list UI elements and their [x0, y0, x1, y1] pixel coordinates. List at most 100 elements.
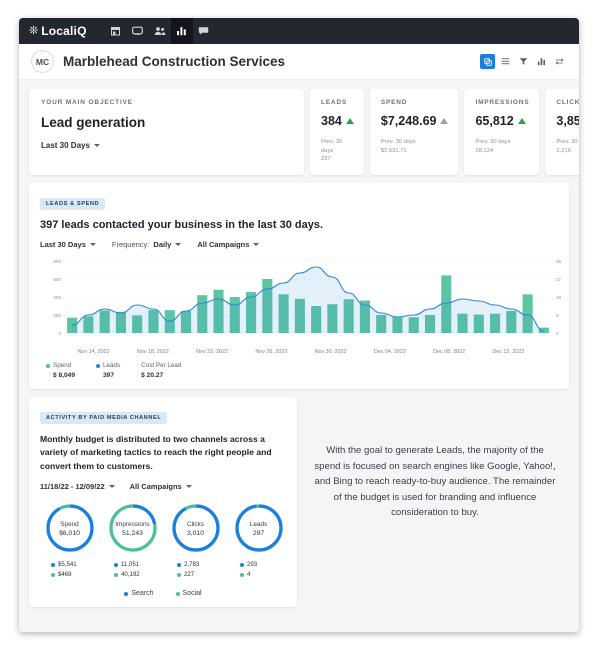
- page-title: Marblehead Construction Services: [63, 54, 286, 69]
- copy-button[interactable]: [480, 54, 495, 69]
- frequency-label: Frequency:: [111, 240, 150, 250]
- donut-label: Impressions: [115, 521, 150, 528]
- list-view-button[interactable]: [498, 54, 513, 69]
- monitor-icon[interactable]: [127, 18, 149, 44]
- trend-flat-icon: [440, 118, 449, 124]
- chevron-down-icon: [108, 485, 115, 488]
- kpi-value: 3,856: [556, 114, 579, 128]
- chart-date-range-dropdown[interactable]: Last 30 Days: [40, 240, 96, 249]
- filter-button[interactable]: [516, 54, 531, 69]
- legend-value: 397: [103, 372, 115, 380]
- kpi-value: 384: [321, 114, 342, 128]
- social-dot-icon: [177, 572, 181, 577]
- breakdown-search-value: 11,051: [121, 561, 140, 568]
- share-button[interactable]: [552, 54, 567, 69]
- legend-dot-icon: [175, 591, 180, 596]
- x-tick: Dec 04, 2022: [373, 349, 406, 356]
- frequency-value: Daily: [153, 240, 172, 250]
- avatar: MC: [31, 50, 54, 73]
- donut-value: 297: [252, 530, 265, 538]
- svg-text:9: 9: [556, 313, 559, 318]
- x-tick: Nov 30, 2022: [314, 349, 347, 356]
- breakdown-social-value: 227: [184, 571, 195, 578]
- legend-label: Spend: [53, 362, 72, 370]
- storefront-icon[interactable]: [105, 18, 127, 44]
- brand-name: LocaliQ: [41, 24, 87, 38]
- breakdown-column-clicks: 2,783 227: [168, 561, 223, 581]
- localiq-mark-icon: ❊: [29, 24, 39, 37]
- campaigns-dropdown[interactable]: All Campaigns: [197, 240, 260, 250]
- channel-breakdown: $5,541 $469 11,051 40,192 2,783 227 293 …: [40, 561, 286, 581]
- chart-legend: Spend $ 8,049 Leads 397 Cost Per Lead $ …: [40, 362, 558, 379]
- leads-spend-filters: Last 30 Days Frequency: Daily All Campai…: [40, 240, 558, 249]
- people-icon[interactable]: [149, 18, 171, 44]
- svg-text:36: 36: [556, 259, 562, 264]
- search-dot-icon: [177, 562, 181, 567]
- kpi-previous-label: Prev. 30 days: [475, 139, 511, 145]
- kpi-card-impressions: IMPRESSIONS 65,812 Prev. 30 days 28,134: [464, 89, 540, 176]
- nav-icon-group: [105, 18, 215, 44]
- chevron-down-icon: [89, 243, 96, 247]
- search-dot-icon: [51, 562, 55, 567]
- kpi-label: LEADS: [321, 99, 348, 106]
- main-objective-value: Lead generation: [41, 115, 146, 130]
- chart-view-button[interactable]: [534, 54, 549, 69]
- donut-label-group: Impressions 51,243: [105, 520, 160, 539]
- frequency-dropdown[interactable]: Frequency: Daily: [111, 240, 182, 250]
- breakdown-column-spend: $5,541 $469: [42, 561, 97, 581]
- breakdown-column-leads: 293 4: [231, 561, 286, 581]
- account-header: MC Marblehead Construction Services: [19, 44, 579, 80]
- header-actions: [480, 54, 567, 69]
- main-objective-label: YOUR MAIN OBJECTIVE: [41, 99, 133, 106]
- campaigns-label: All Campaigns: [197, 240, 250, 250]
- x-tick: Nov 18, 2022: [136, 349, 169, 356]
- breakdown-social-value: 40,192: [121, 571, 140, 578]
- dashboard-body: YOUR MAIN OBJECTIVE Lead generation Last…: [19, 80, 579, 607]
- chart-canvas: 0 0 200 9 400 18 600 27 800 36: [53, 259, 562, 336]
- search-dot-icon: [240, 562, 244, 567]
- donut-label-group: Leads 297: [231, 520, 286, 539]
- kpi-value: 65,812: [475, 114, 514, 128]
- activity-chip: ACTIVITY BY PAID MEDIA CHANNEL: [40, 412, 168, 425]
- activity-headline: Monthly budget is distributed to two cha…: [40, 434, 272, 471]
- social-dot-icon: [114, 572, 118, 577]
- svg-text:400: 400: [53, 295, 61, 300]
- social-dot-icon: [240, 572, 244, 577]
- legend-item-leads: Leads 397: [96, 362, 120, 379]
- leads-spend-chip: LEADS & SPEND: [40, 198, 106, 211]
- kpi-value: $7,248.69: [380, 114, 437, 128]
- donut-value: 51,243: [122, 530, 143, 538]
- breakdown-search-value: $5,541: [58, 561, 77, 568]
- objective-date-range-dropdown[interactable]: Last 30 Days: [41, 141, 292, 150]
- bar-chart-icon[interactable]: [170, 18, 193, 44]
- svg-text:200: 200: [53, 313, 61, 318]
- legend-item-cost-per-lead: Cost Per Lead $ 20.27: [141, 362, 181, 379]
- donut-label-group: Clicks 3,010: [168, 520, 223, 539]
- search-dot-icon: [114, 562, 118, 567]
- leads-spend-chart: 0 0 200 9 400 18 600 27 800 36: [40, 255, 561, 347]
- chevron-down-icon: [93, 144, 100, 147]
- kpi-label: SPEND: [380, 99, 408, 106]
- trend-up-icon: [517, 118, 526, 124]
- activity-date-range-dropdown[interactable]: 11/18/22 - 12/09/22: [40, 482, 115, 491]
- activity-campaigns-dropdown[interactable]: All Campaigns: [130, 482, 192, 491]
- brand-logo[interactable]: ❊ LocaliQ: [29, 24, 87, 38]
- activity-card: ACTIVITY BY PAID MEDIA CHANNEL Monthly b…: [29, 397, 297, 607]
- leads-spend-headline: 397 leads contacted your business in the…: [40, 219, 324, 232]
- kpi-previous: Prev. 30 days 28,134: [475, 138, 529, 155]
- kpi-row: YOUR MAIN OBJECTIVE Lead generation Last…: [29, 89, 579, 176]
- activity-note: With the goal to generate Leads, the maj…: [314, 445, 556, 519]
- legend-label: Cost Per Lead: [141, 362, 182, 370]
- legend-item-search: Search: [124, 590, 154, 597]
- donut-value: 3,010: [186, 530, 204, 538]
- legend-dot-icon: [124, 591, 129, 596]
- kpi-card-spend: SPEND $7,248.69 Prev. 30 days $2,631.71: [369, 89, 459, 176]
- chat-icon[interactable]: [193, 18, 215, 44]
- kpi-previous-label: Prev. 30 days: [380, 139, 416, 145]
- x-tick: Nov 26, 2022: [255, 349, 288, 356]
- top-navigation-bar: ❊ LocaliQ: [19, 18, 579, 44]
- app-window: ❊ LocaliQ MC Marblehead Construction Ser…: [19, 18, 579, 632]
- kpi-card-clicks: CLICKS 3,856 Prev. 30 days 2,216: [545, 89, 579, 176]
- svg-text:0: 0: [58, 331, 61, 336]
- legend-dot-icon: [96, 363, 100, 368]
